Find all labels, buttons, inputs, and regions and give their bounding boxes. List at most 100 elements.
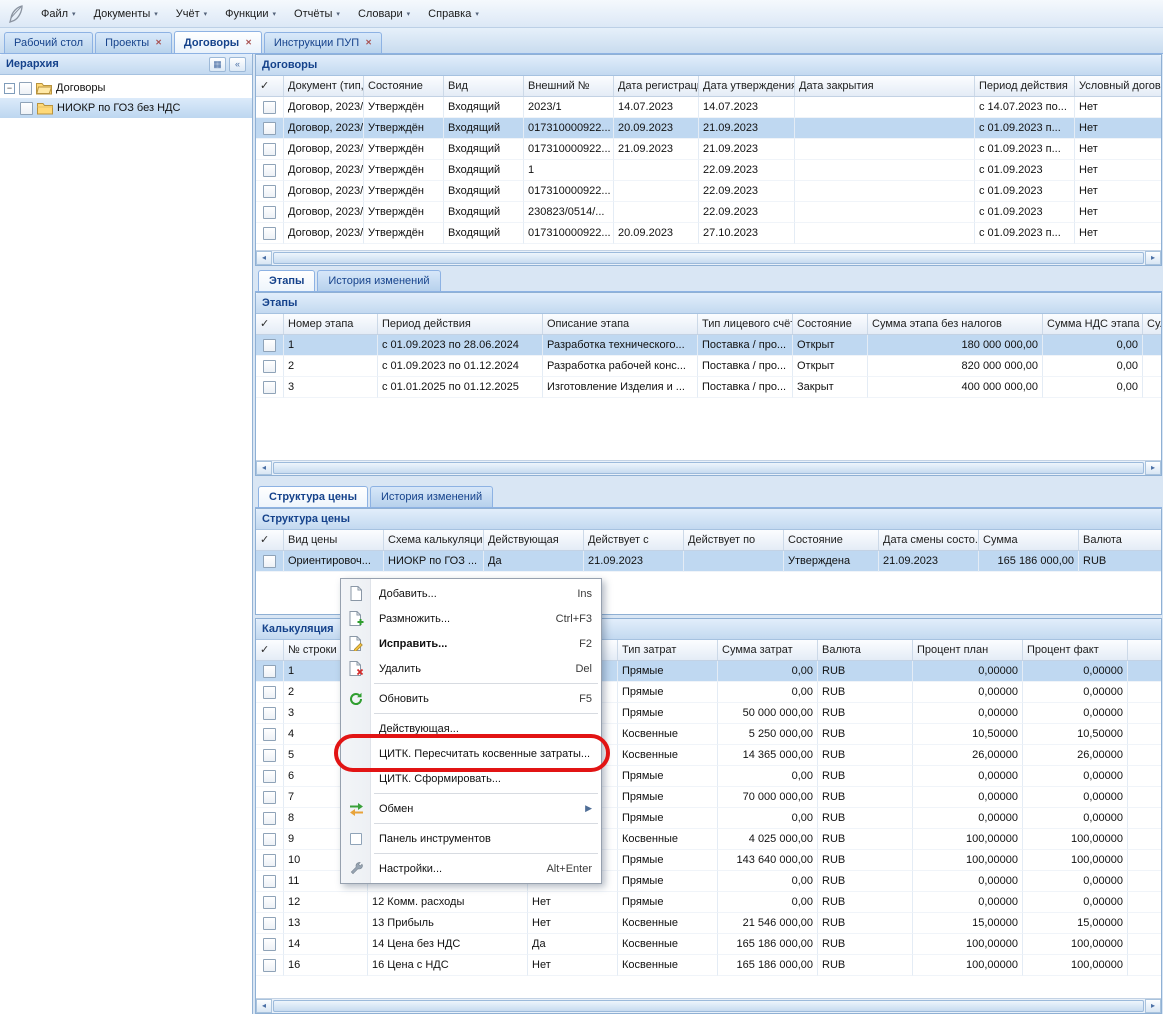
menu-item-delete[interactable]: Удалить Del: [341, 656, 601, 681]
column-header-extra[interactable]: [1128, 640, 1161, 660]
column-header-cut[interactable]: Су...: [1143, 314, 1161, 334]
expander-icon[interactable]: −: [4, 83, 15, 94]
calc-row[interactable]: 14 14 Цена без НДС Да Косвенные 165 186 …: [256, 934, 1161, 955]
row-checkbox[interactable]: [263, 896, 276, 909]
row-checkbox[interactable]: [263, 555, 276, 568]
scroll-thumb[interactable]: [273, 462, 1144, 474]
column-header-approve-date[interactable]: Дата утверждения: [699, 76, 795, 96]
column-header-description[interactable]: Описание этапа: [543, 314, 698, 334]
row-checkbox[interactable]: [263, 749, 276, 762]
contract-row[interactable]: Договор, 2023/... Утверждён Входящий 017…: [256, 118, 1161, 139]
scroll-thumb[interactable]: [273, 1000, 1144, 1012]
column-header-period[interactable]: Период действия: [975, 76, 1075, 96]
contract-row[interactable]: Договор, 2023/... Утверждён Входящий 202…: [256, 97, 1161, 118]
scroll-right-icon[interactable]: ▸: [1145, 999, 1161, 1013]
calc-row[interactable]: 16 16 Цена с НДС Нет Косвенные 165 186 0…: [256, 955, 1161, 976]
row-checkbox[interactable]: [263, 791, 276, 804]
column-header-account-type[interactable]: Тип лицевого счёт: [698, 314, 793, 334]
row-checkbox[interactable]: [263, 959, 276, 972]
column-header-vat-sum[interactable]: Сумма НДС этапа: [1043, 314, 1143, 334]
tab-price-structure[interactable]: Структура цены: [258, 486, 368, 507]
row-checkbox[interactable]: [263, 854, 276, 867]
row-checkbox[interactable]: [263, 101, 276, 114]
select-all-header[interactable]: ✓: [256, 76, 284, 96]
column-header-sum[interactable]: Сумма: [979, 530, 1079, 550]
row-checkbox[interactable]: [263, 707, 276, 720]
scroll-right-icon[interactable]: ▸: [1145, 461, 1161, 475]
column-header-kind[interactable]: Вид: [444, 76, 524, 96]
menu-item-duplicate[interactable]: Размножить... Ctrl+F3: [341, 606, 601, 631]
row-checkbox[interactable]: [263, 339, 276, 352]
select-all-header[interactable]: ✓: [256, 640, 284, 660]
contract-row[interactable]: Договор, 2023/... Утверждён Входящий 017…: [256, 181, 1161, 202]
menu-accounting[interactable]: Учёт▾: [167, 4, 216, 24]
column-header-stage-no[interactable]: Номер этапа: [284, 314, 378, 334]
column-header-calc-scheme[interactable]: Схема калькуляци: [384, 530, 484, 550]
calc-row[interactable]: 13 13 Прибыль Нет Косвенные 21 546 000,0…: [256, 913, 1161, 934]
column-header-cost-type[interactable]: Тип затрат: [618, 640, 718, 660]
column-header-valid-from[interactable]: Действует с: [584, 530, 684, 550]
stage-row[interactable]: 3 с 01.01.2025 по 01.12.2025 Изготовлени…: [256, 377, 1161, 398]
column-header-period[interactable]: Период действия: [378, 314, 543, 334]
column-header-active[interactable]: Действующая: [484, 530, 584, 550]
column-header-state[interactable]: Состояние: [793, 314, 868, 334]
scroll-left-icon[interactable]: ◂: [256, 461, 272, 475]
row-checkbox[interactable]: [263, 381, 276, 394]
menu-file[interactable]: Файл▾: [32, 4, 85, 24]
menu-reports[interactable]: Отчёты▾: [285, 4, 349, 24]
stages-hscrollbar[interactable]: ◂ ▸: [256, 460, 1161, 475]
menu-item-citk-recalculate[interactable]: ЦИТК. Пересчитать косвенные затраты...: [341, 741, 601, 766]
menu-help[interactable]: Справка▾: [419, 4, 488, 24]
row-checkbox[interactable]: [263, 164, 276, 177]
tree-node-niokr[interactable]: НИОКР по ГОЗ без НДС: [0, 98, 252, 118]
tab-projects[interactable]: Проекты✕: [95, 32, 172, 53]
close-icon[interactable]: ✕: [365, 39, 372, 47]
row-checkbox[interactable]: [263, 665, 276, 678]
row-checkbox[interactable]: [263, 938, 276, 951]
column-header-reg-date[interactable]: Дата регистрации: [614, 76, 699, 96]
contracts-hscrollbar[interactable]: ◂ ▸: [256, 250, 1161, 265]
close-icon[interactable]: ✕: [245, 39, 252, 47]
tab-contracts[interactable]: Договоры✕: [174, 31, 262, 53]
stage-row[interactable]: 1 с 01.09.2023 по 28.06.2024 Разработка …: [256, 335, 1161, 356]
column-header-document[interactable]: Документ (тип, №: [284, 76, 364, 96]
tree-node-contracts[interactable]: − Договоры: [0, 78, 252, 98]
tab-desktop[interactable]: Рабочий стол: [4, 32, 93, 53]
menu-item-exchange[interactable]: Обмен ▶: [341, 796, 601, 821]
row-checkbox[interactable]: [263, 728, 276, 741]
contract-row[interactable]: Договор, 2023/... Утверждён Входящий 230…: [256, 202, 1161, 223]
tab-stages[interactable]: Этапы: [258, 270, 315, 291]
tab-price-history[interactable]: История изменений: [370, 486, 493, 507]
column-header-currency[interactable]: Валюта: [818, 640, 913, 660]
grid-settings-icon[interactable]: ▦: [209, 57, 226, 72]
menu-item-active[interactable]: Действующая...: [341, 716, 601, 741]
row-checkbox[interactable]: [263, 770, 276, 783]
stage-row[interactable]: 2 с 01.09.2023 по 01.12.2024 Разработка …: [256, 356, 1161, 377]
row-checkbox[interactable]: [263, 122, 276, 135]
menu-documents[interactable]: Документы▾: [85, 4, 167, 24]
contract-row[interactable]: Договор, 2023/... Утверждён Входящий 017…: [256, 223, 1161, 244]
row-checkbox[interactable]: [263, 227, 276, 240]
row-checkbox[interactable]: [263, 686, 276, 699]
menu-item-refresh[interactable]: Обновить F5: [341, 686, 601, 711]
calc-hscrollbar[interactable]: ◂ ▸: [256, 998, 1161, 1013]
row-checkbox[interactable]: [263, 812, 276, 825]
calc-row[interactable]: 12 12 Комм. расходы Нет Прямые 0,00 RUB …: [256, 892, 1161, 913]
select-all-header[interactable]: ✓: [256, 314, 284, 334]
column-header-state[interactable]: Состояние: [784, 530, 879, 550]
menu-item-citk-form[interactable]: ЦИТК. Сформировать...: [341, 766, 601, 791]
column-header-price-kind[interactable]: Вид цены: [284, 530, 384, 550]
menu-item-edit[interactable]: Исправить... F2: [341, 631, 601, 656]
scroll-right-icon[interactable]: ▸: [1145, 251, 1161, 265]
column-header-state[interactable]: Состояние: [364, 76, 444, 96]
menu-item-add[interactable]: Добавить... Ins: [341, 581, 601, 606]
close-icon[interactable]: ✕: [155, 39, 162, 47]
select-all-header[interactable]: ✓: [256, 530, 284, 550]
row-checkbox[interactable]: [263, 143, 276, 156]
tab-stages-history[interactable]: История изменений: [317, 270, 440, 291]
column-header-cost-sum[interactable]: Сумма затрат: [718, 640, 818, 660]
column-header-currency[interactable]: Валюта: [1079, 530, 1161, 550]
row-checkbox[interactable]: [263, 917, 276, 930]
column-header-percent-fact[interactable]: Процент факт: [1023, 640, 1128, 660]
column-header-valid-to[interactable]: Действует по: [684, 530, 784, 550]
